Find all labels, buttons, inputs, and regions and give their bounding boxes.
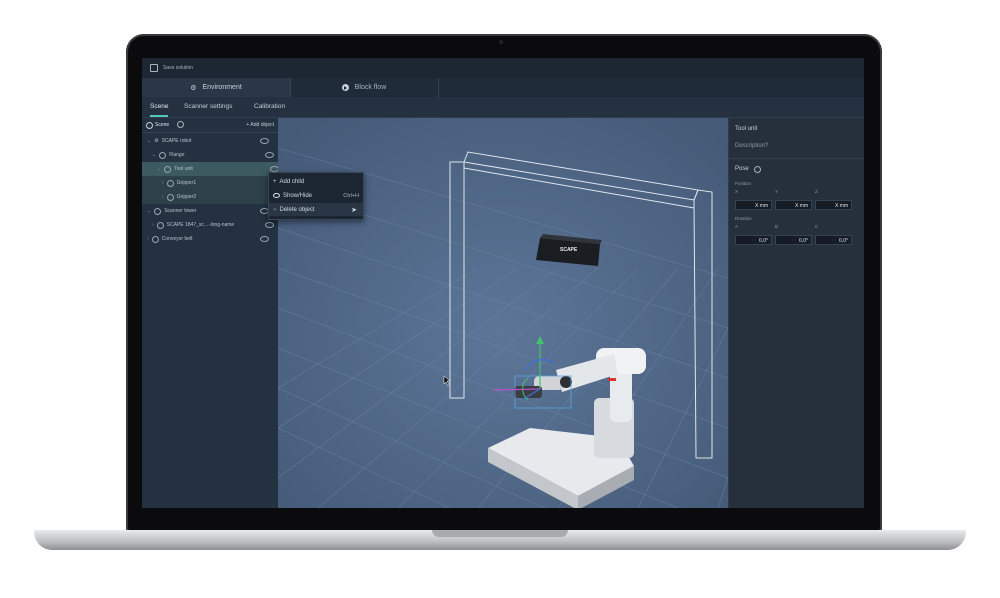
tree-item-label: Tool unit xyxy=(174,166,193,172)
node-icon xyxy=(154,207,162,215)
tree-item-label: Scanner tower xyxy=(164,208,197,214)
chevron-right-icon: › xyxy=(152,222,154,228)
properties-panel: Tool unit Description? Pose Position X Y… xyxy=(728,118,864,508)
tab-calibration[interactable]: Calibration xyxy=(254,97,285,117)
menu-item-delete-object[interactable]: − Delete object ➤ xyxy=(269,203,363,216)
tree-item-label: SCAPE 1847_sc…-long-name xyxy=(166,222,235,228)
rotation-label: Rotation xyxy=(735,216,752,221)
tree-item-conveyor-belt[interactable]: › Conveyor belt xyxy=(142,232,283,246)
axis-y-label: Y xyxy=(775,189,779,194)
tree-item-scape-robot[interactable]: ⌄ ⚙ SCAPE robot xyxy=(142,134,283,148)
scene-header: Scene + Add object xyxy=(142,118,278,133)
info-icon[interactable] xyxy=(177,121,184,128)
eye-icon[interactable] xyxy=(260,138,269,144)
tab-environment[interactable]: ⚙ Environment xyxy=(142,78,291,97)
tab-scene[interactable]: Scene xyxy=(150,97,169,117)
position-x-input[interactable]: X mm xyxy=(735,200,772,210)
chevron-right-icon: › xyxy=(162,180,164,186)
tree-item-label: SCAPE robot xyxy=(161,138,192,144)
node-icon xyxy=(164,165,172,173)
pose-label: Pose xyxy=(735,166,749,172)
axis-z-label: Z xyxy=(815,189,818,194)
node-icon xyxy=(166,193,174,201)
chevron-down-icon: ⌄ xyxy=(157,166,162,172)
chevron-right-icon: › xyxy=(162,194,164,200)
properties-title: Tool unit xyxy=(735,126,758,132)
position-label: Position xyxy=(735,181,752,186)
description-field[interactable]: Description? xyxy=(735,143,768,149)
rotation-b-input[interactable]: 0,0° xyxy=(775,235,812,245)
menu-item-show-hide[interactable]: Show/Hide Ctrl+H xyxy=(269,189,363,202)
plus-icon: + xyxy=(273,178,277,185)
add-object-label: Add object xyxy=(250,122,274,128)
chevron-down-icon: ⌄ xyxy=(147,208,152,214)
info-icon[interactable] xyxy=(754,166,761,173)
save-icon xyxy=(150,64,158,72)
node-icon xyxy=(159,151,167,159)
menu-item-label: Show/Hide xyxy=(283,192,313,199)
top-bar: Save solution xyxy=(142,58,864,79)
add-object-button[interactable]: + Add object xyxy=(246,122,274,128)
minus-icon: − xyxy=(273,206,277,213)
position-z-input[interactable]: X mm xyxy=(815,200,852,210)
tab-block-flow[interactable]: Block flow xyxy=(290,78,439,97)
save-solution-button[interactable]: Save solution xyxy=(150,64,193,72)
tree-item-scanner-tower[interactable]: ⌄ Scanner tower xyxy=(142,204,283,218)
chevron-down-icon: ⌄ xyxy=(152,152,157,158)
axis-a-label: A xyxy=(735,224,739,229)
scene-panel: Scene + Add object ⌄ ⚙ SCAPE robot ⌄ Fla… xyxy=(142,118,298,508)
scanner-label: SCAPE xyxy=(560,247,578,253)
tree-item-label: Gripper2 xyxy=(176,194,197,200)
menu-item-label: Add child xyxy=(279,178,305,185)
node-icon xyxy=(166,179,174,187)
rotation-a-input[interactable]: 0,0° xyxy=(735,235,772,245)
axis-x-label: X xyxy=(735,189,739,194)
tree-item-scape-scanner[interactable]: › SCAPE 1847_sc…-long-name xyxy=(142,218,288,232)
tab-block-flow-label: Block flow xyxy=(354,84,387,91)
node-icon xyxy=(151,235,159,243)
eye-icon[interactable] xyxy=(265,222,274,228)
rotation-c-input[interactable]: 0,0° xyxy=(815,235,852,245)
tree-item-flange[interactable]: ⌄ Flange xyxy=(142,148,288,162)
tab-environment-label: Environment xyxy=(202,84,242,91)
tree-item-label: Gripper1 xyxy=(176,180,197,186)
axis-c-label: C xyxy=(815,224,819,229)
chevron-down-icon: ⌄ xyxy=(147,138,152,144)
axis-b-label: B xyxy=(775,224,779,229)
main-tabs: ⚙ Environment Block flow xyxy=(142,78,864,97)
scene-title: Scene xyxy=(155,122,170,128)
menu-item-label: Delete object xyxy=(279,206,315,213)
robot-icon: ⚙ xyxy=(154,138,159,144)
laptop-notch xyxy=(432,530,568,537)
context-menu: + Add child Show/Hide Ctrl+H − Delete ob… xyxy=(268,172,364,220)
tree-item-label: Flange xyxy=(169,152,185,158)
tree-item-label: Conveyor belt xyxy=(161,236,193,242)
robot-icon: ⚙ xyxy=(190,84,197,92)
eye-icon xyxy=(273,193,280,198)
position-y-input[interactable]: X mm xyxy=(775,200,812,210)
eye-icon[interactable] xyxy=(265,152,274,158)
menu-item-add-child[interactable]: + Add child xyxy=(269,175,363,188)
camera-dot xyxy=(499,40,503,44)
tab-scanner-settings[interactable]: Scanner settings xyxy=(184,97,232,117)
chevron-right-icon: › xyxy=(147,236,149,242)
cursor-icon: ➤ xyxy=(351,207,357,214)
globe-icon xyxy=(146,122,153,129)
sub-tabs: Scene Scanner settings Calibration xyxy=(142,97,864,118)
app-screen: Save solution ⚙ Environment Block flow S… xyxy=(142,58,864,508)
eye-icon[interactable] xyxy=(260,236,269,242)
shortcut-label: Ctrl+H xyxy=(343,192,359,199)
node-icon xyxy=(156,221,164,229)
save-label: Save solution xyxy=(163,65,194,71)
play-icon xyxy=(341,84,349,91)
divider xyxy=(729,158,864,159)
